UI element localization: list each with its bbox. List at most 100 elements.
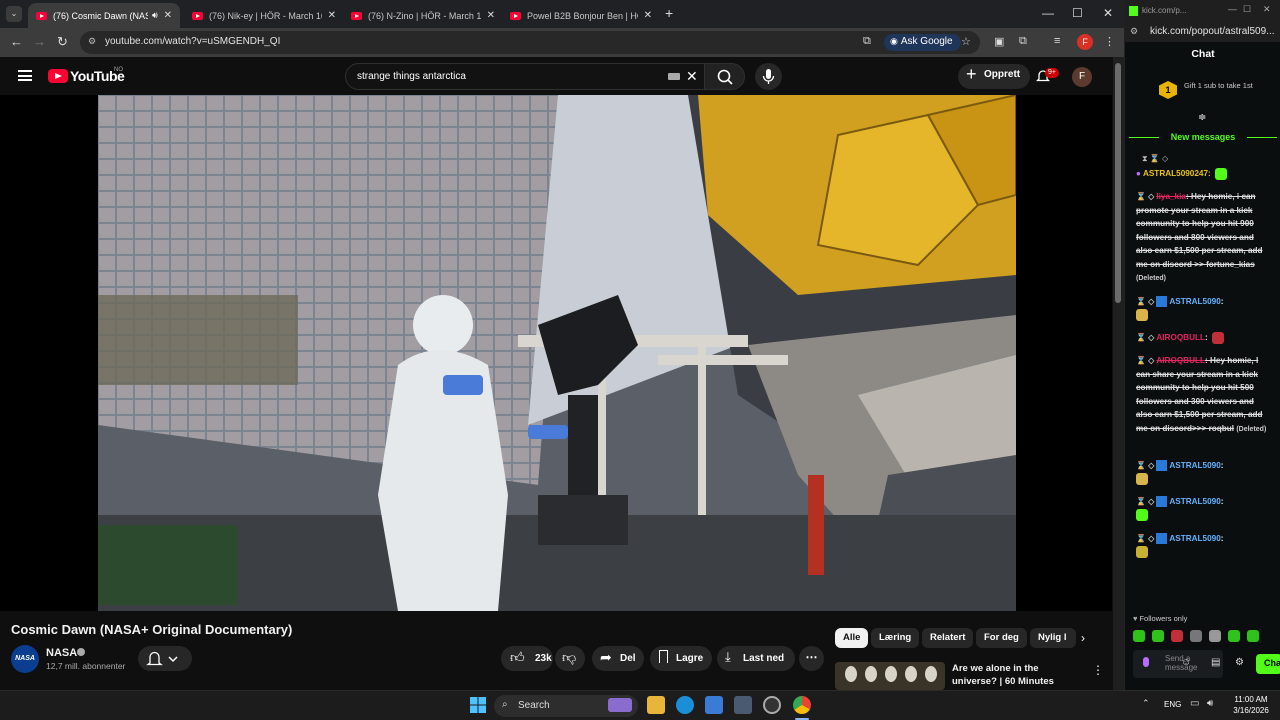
taskbar-search-box[interactable]: ⌕ Search [494,695,638,717]
volume-icon[interactable]: 🔊︎ [1207,698,1213,709]
create-button[interactable]: Opprett [958,64,1031,89]
browser-profile-avatar[interactable]: F [1077,34,1093,50]
edge-browser-icon[interactable] [676,696,694,714]
ask-google-button[interactable]: ◉ Ask Google [884,34,961,51]
chrome-icon[interactable] [793,696,811,714]
app-icon[interactable] [734,696,752,714]
steam-icon[interactable] [763,696,781,714]
tab-search-button[interactable]: ⌄ [6,6,22,22]
chat-username[interactable]: AIROQBULL [1156,356,1205,365]
chip-recently[interactable]: Nylig l [1030,628,1076,648]
chat-username[interactable]: liya_kia [1156,192,1186,201]
speaker-icon[interactable]: 🔊︎ [152,10,158,21]
scrollbar-thumb[interactable] [1115,63,1121,303]
video-frame[interactable] [98,95,1016,611]
puzzle-icon[interactable]: ⧉ [1019,35,1027,48]
clear-search-icon[interactable]: ✕ [686,68,698,85]
chat-username[interactable]: ASTRAL5090 [1169,534,1220,543]
chat-username[interactable]: ASTRAL5090 [1169,297,1220,306]
browser-menu-icon[interactable]: ⋮ [1104,35,1115,48]
chat-settings-icon[interactable]: ⚙︎ [1235,657,1244,668]
chip-related[interactable]: Relatert [922,628,974,648]
chat-username[interactable]: ASTRAL5090247: [1143,169,1211,178]
youtube-account-avatar[interactable]: F [1072,67,1092,87]
extension-icon[interactable]: ▣ [994,35,1004,48]
emote-icon[interactable] [1209,630,1221,642]
chat-username[interactable]: ASTRAL5090 [1169,497,1220,506]
search-input[interactable]: strange things antarctica [345,63,705,90]
store-icon[interactable] [705,696,723,714]
chip-learning[interactable]: Læring [871,628,920,648]
menu-icon[interactable] [18,70,32,81]
window-close-icon[interactable]: ✕ [1103,6,1113,20]
channel-name[interactable]: NASA [46,647,77,659]
more-actions-icon[interactable]: ⋯ [799,646,824,671]
subscription-bell-button[interactable] [138,646,192,671]
save-button[interactable]: Lagre [650,646,712,671]
chat-username[interactable]: ASTRAL5090 [1169,461,1220,470]
emote-icon[interactable] [1247,630,1259,642]
emote-icon[interactable] [1152,630,1164,642]
emote-icon[interactable] [1190,630,1202,642]
chip-all[interactable]: Alle [835,628,869,648]
keyboard-icon[interactable] [668,73,680,80]
input-language[interactable]: ENG [1164,700,1181,709]
expand-icon[interactable]: ≑ [1198,112,1206,123]
chips-next-icon[interactable]: › [1081,631,1085,645]
chat-username[interactable]: AIROQBULL [1156,333,1205,342]
reading-list-icon[interactable]: ≡ [1054,35,1060,47]
recommended-more-icon[interactable]: ⋮ [1092,663,1104,677]
kick-minimize-icon[interactable]: — [1228,4,1237,14]
search-button[interactable] [704,63,745,90]
kick-close-icon[interactable]: ✕ [1263,4,1271,15]
message-badges: ⌛ ◇ [1136,497,1155,506]
tab-close-icon[interactable]: ✕ [164,10,172,21]
chat-text: : Hey homie, I can share your stream in … [1136,356,1263,433]
kick-maximize-icon[interactable]: ☐ [1243,4,1251,15]
reload-icon[interactable]: ↻ [57,34,68,50]
emoji-picker-icon[interactable]: ☺ [1181,657,1191,668]
send-chat-button[interactable]: Cha [1256,654,1280,674]
kick-url-bar[interactable]: ⚙︎ kick.com/popout/astral509... [1125,22,1280,42]
taskbar-clock[interactable]: 11:00 AM 3/16/2026 [1226,694,1276,716]
chip-for-you[interactable]: For deg [976,628,1027,648]
file-explorer-icon[interactable] [647,696,665,714]
tab-n-zino[interactable]: (76) N-Zino | HÖR - March 16 / ✕ [343,3,503,28]
voice-search-button[interactable] [755,63,782,90]
network-icon[interactable]: ▭ [1190,698,1199,709]
gift-sub-banner[interactable]: 1 Gift 1 sub to take 1st [1126,76,1280,104]
emote-icon[interactable] [1228,630,1240,642]
chat-message-input[interactable]: Send a message [1133,650,1223,678]
emote-icon[interactable] [1133,630,1145,642]
url-bar[interactable]: ⚙︎ youtube.com/watch?v=uSMGENDH_QI [80,31,980,54]
tray-overflow-icon[interactable]: ⌃ [1142,698,1150,709]
share-button[interactable]: ➦ Del [592,646,644,671]
gift-icon[interactable]: ▤ [1211,657,1220,668]
like-button[interactable]: 👍︎ 23k [501,646,553,671]
tab-cosmic-dawn[interactable]: (76) Cosmic Dawn (NASA+ 🔊︎ ✕ [28,3,180,28]
site-info-icon[interactable]: ⚙︎ [88,36,96,47]
forward-icon[interactable]: → [33,34,46,49]
tab-close-icon[interactable]: ✕ [644,10,652,21]
tab-close-icon[interactable]: ✕ [487,10,495,21]
windows-start-icon[interactable] [469,696,487,714]
bookmark-star-icon[interactable]: ☆ [961,35,971,48]
youtube-favicon-icon [36,11,47,20]
tab-close-icon[interactable]: ✕ [328,10,336,21]
install-app-icon[interactable]: ⧉ [863,35,871,48]
back-icon[interactable]: ← [10,34,23,49]
tab-powel-b2b[interactable]: Powel B2B Bonjour Ben | HÖR ✕ [502,3,660,28]
minimize-icon[interactable]: — [1042,6,1054,20]
recommended-thumbnail[interactable] [835,662,945,690]
message-badges: ⌛ ◇ [1136,297,1155,306]
new-tab-icon[interactable]: + [665,5,673,21]
channel-avatar[interactable]: NASA [11,645,39,673]
tab-nik-ey[interactable]: (76) Nik-ey | HÖR - March 16 / ✕ [184,3,344,28]
emote-icon[interactable] [1171,630,1183,642]
kick-site-info-icon[interactable]: ⚙︎ [1130,26,1138,37]
download-button[interactable]: ⤓ Last ned [717,646,795,671]
youtube-logo[interactable]: YouTube [48,68,125,84]
dislike-button[interactable]: 👎︎ [555,646,585,671]
maximize-icon[interactable]: ☐ [1072,6,1083,20]
video-player[interactable] [0,95,1112,611]
